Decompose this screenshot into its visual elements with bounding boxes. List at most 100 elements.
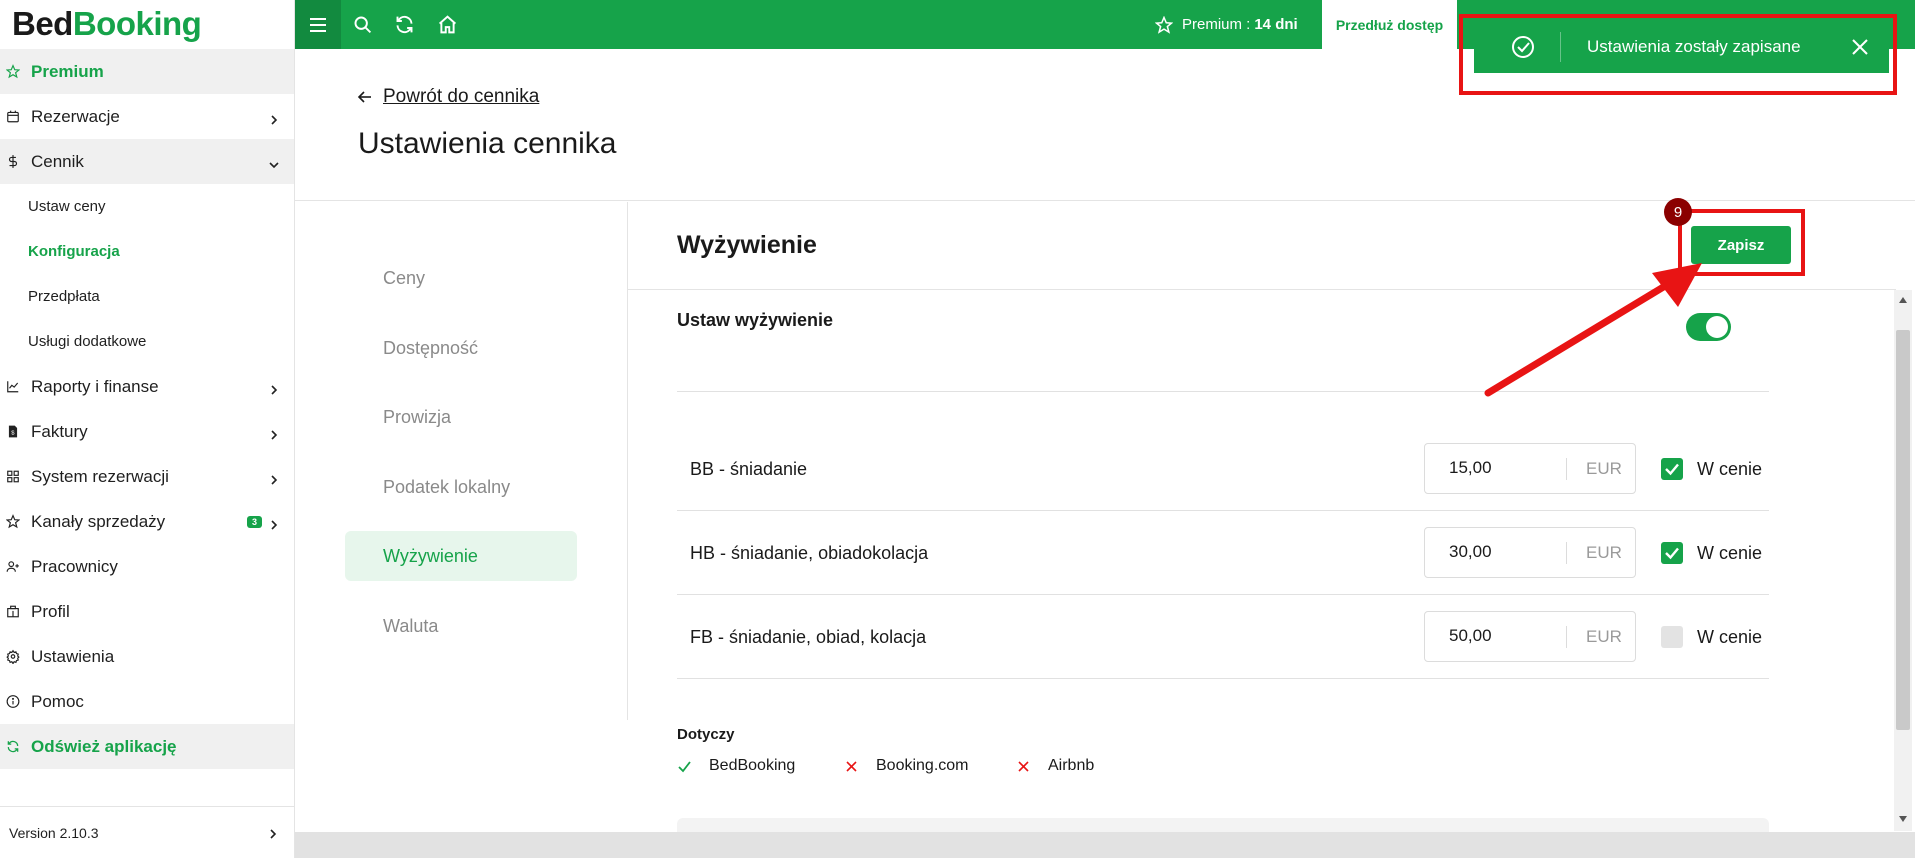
scrollbar[interactable] bbox=[1894, 290, 1912, 831]
price-field-bb[interactable]: EUR bbox=[1424, 443, 1636, 494]
sidebar-item-label: Rezerwacje bbox=[31, 106, 120, 126]
footer-strip bbox=[295, 832, 1915, 858]
scroll-thumb[interactable] bbox=[1896, 330, 1910, 730]
step-badge: 9 bbox=[1664, 198, 1692, 226]
grid-icon bbox=[6, 470, 20, 484]
chevron-right-icon bbox=[268, 426, 280, 440]
premium-status: Premium : 14 dni bbox=[1155, 0, 1298, 49]
sidebar-item-label: Premium bbox=[31, 61, 104, 81]
included-label: W cenie bbox=[1697, 459, 1763, 479]
channel-booking-com: Booking.com bbox=[844, 757, 969, 775]
chevron-right-icon bbox=[268, 471, 280, 485]
dollar-icon bbox=[6, 155, 20, 169]
count-badge: 3 bbox=[247, 515, 262, 528]
meal-toggle-label: Ustaw wyżywienie bbox=[677, 310, 834, 330]
calendar-icon bbox=[6, 110, 20, 124]
back-link[interactable]: Powrót do cennika bbox=[357, 86, 539, 108]
star-icon bbox=[6, 64, 20, 79]
divider bbox=[1566, 626, 1567, 648]
sidebar-item-profil[interactable]: Profil bbox=[0, 589, 294, 634]
included-label: W cenie bbox=[1697, 627, 1763, 647]
included-label: W cenie bbox=[1697, 543, 1763, 563]
currency-label: EUR bbox=[1586, 543, 1622, 562]
sidebar-item-system-rezerwacji[interactable]: System rezerwacji bbox=[0, 454, 294, 499]
sidebar-subitem-ustaw-ceny[interactable]: Ustaw ceny bbox=[0, 184, 294, 229]
channel-airbnb: Airbnb bbox=[1016, 757, 1094, 775]
sidebar-item-faktury[interactable]: $ Faktury bbox=[0, 409, 294, 454]
sidebar-item-pomoc[interactable]: Pomoc bbox=[0, 679, 294, 724]
version-label: Version 2.10.3 bbox=[9, 824, 99, 841]
sidebar-item-raporty[interactable]: Raporty i finanse bbox=[0, 364, 294, 409]
tab-podatek-lokalny[interactable]: Podatek lokalny bbox=[345, 462, 577, 512]
premium-days: 14 dni bbox=[1254, 16, 1298, 33]
sidebar: BedBooking Premium Rezerwacje Cennik Ust… bbox=[0, 0, 295, 858]
chevron-right-icon bbox=[268, 516, 280, 530]
tab-waluta[interactable]: Waluta bbox=[345, 601, 577, 651]
refresh-icon bbox=[6, 740, 20, 754]
sidebar-subitem-konfiguracja[interactable]: Konfiguracja bbox=[0, 229, 294, 274]
building-icon bbox=[6, 605, 20, 619]
included-checkbox-bb[interactable] bbox=[1661, 458, 1683, 480]
meal-label-bb: BB - śniadanie bbox=[690, 459, 808, 479]
section-title: Wyżywienie bbox=[677, 231, 817, 259]
price-input-bb[interactable] bbox=[1449, 458, 1559, 478]
sidebar-item-refresh[interactable]: Odśwież aplikację bbox=[0, 724, 294, 769]
channel-name: BedBooking bbox=[709, 757, 796, 774]
channel-name: Airbnb bbox=[1048, 757, 1095, 774]
sidebar-subitem-uslugi-dodatkowe[interactable]: Usługi dodatkowe bbox=[0, 319, 294, 364]
sidebar-item-label: Raporty i finanse bbox=[31, 376, 159, 396]
menu-button[interactable] bbox=[295, 0, 341, 49]
price-input-hb[interactable] bbox=[1449, 542, 1559, 562]
sidebar-item-kanaly-sprzedazy[interactable]: Kanały sprzedaży 3 bbox=[0, 499, 294, 544]
invoice-icon: $ bbox=[6, 425, 20, 439]
included-checkbox-fb[interactable] bbox=[1661, 626, 1683, 648]
sidebar-item-label: Pomoc bbox=[31, 691, 84, 711]
sidebar-item-cennik[interactable]: Cennik bbox=[0, 139, 294, 184]
meal-label-hb: HB - śniadanie, obiadokolacja bbox=[690, 543, 929, 563]
back-link-label: Powrót do cennika bbox=[383, 86, 540, 107]
scroll-down-icon[interactable] bbox=[1898, 814, 1908, 824]
chevron-right-icon bbox=[268, 111, 280, 125]
currency-label: EUR bbox=[1586, 459, 1622, 478]
price-field-hb[interactable]: EUR bbox=[1424, 527, 1636, 578]
star-icon bbox=[1155, 15, 1173, 34]
search-icon[interactable] bbox=[350, 12, 374, 36]
price-field-fb[interactable]: EUR bbox=[1424, 611, 1636, 662]
version-footer[interactable]: Version 2.10.3 bbox=[0, 806, 295, 858]
premium-label: Premium : bbox=[1182, 16, 1251, 33]
divider bbox=[1566, 542, 1567, 564]
chevron-down-icon bbox=[268, 156, 280, 168]
divider bbox=[677, 594, 1769, 595]
refresh-icon[interactable] bbox=[392, 12, 416, 36]
checkmark-icon bbox=[1665, 547, 1679, 560]
included-checkbox-hb[interactable] bbox=[1661, 542, 1683, 564]
tab-wyzywienie[interactable]: Wyżywienie bbox=[345, 531, 577, 581]
cross-icon bbox=[1018, 760, 1029, 772]
extend-access-button[interactable]: Przedłuż dostęp bbox=[1322, 0, 1457, 49]
divider bbox=[677, 678, 1769, 679]
tab-prowizja[interactable]: Prowizja bbox=[345, 392, 577, 442]
logo[interactable]: BedBooking bbox=[0, 0, 294, 49]
next-section-card bbox=[677, 818, 1769, 832]
tab-dostepnosc[interactable]: Dostępność bbox=[345, 323, 577, 373]
chart-icon bbox=[6, 380, 20, 394]
price-input-fb[interactable] bbox=[1449, 626, 1559, 646]
sidebar-item-rezerwacje[interactable]: Rezerwacje bbox=[0, 94, 294, 139]
sidebar-item-label: Pracownicy bbox=[31, 556, 118, 576]
divider bbox=[677, 510, 1769, 511]
home-icon[interactable] bbox=[435, 12, 459, 36]
applies-title: Dotyczy bbox=[677, 726, 735, 743]
channel-bedbooking: BedBooking bbox=[677, 757, 795, 775]
page-title: Ustawienia cennika bbox=[358, 127, 617, 160]
check-icon bbox=[678, 760, 691, 772]
sidebar-subitem-przedplata[interactable]: Przedpłata bbox=[0, 274, 294, 319]
sidebar-item-ustawienia[interactable]: Ustawienia bbox=[0, 634, 294, 679]
meal-label-fb: FB - śniadanie, obiad, kolacja bbox=[690, 627, 927, 647]
sidebar-item-premium[interactable]: Premium bbox=[0, 49, 294, 94]
scroll-up-icon[interactable] bbox=[1898, 295, 1908, 305]
sidebar-item-label: Kanały sprzedaży bbox=[31, 511, 166, 531]
tab-ceny[interactable]: Ceny bbox=[345, 253, 577, 303]
currency-label: EUR bbox=[1586, 627, 1622, 646]
sidebar-item-pracownicy[interactable]: Pracownicy bbox=[0, 544, 294, 589]
cross-icon bbox=[846, 760, 857, 772]
